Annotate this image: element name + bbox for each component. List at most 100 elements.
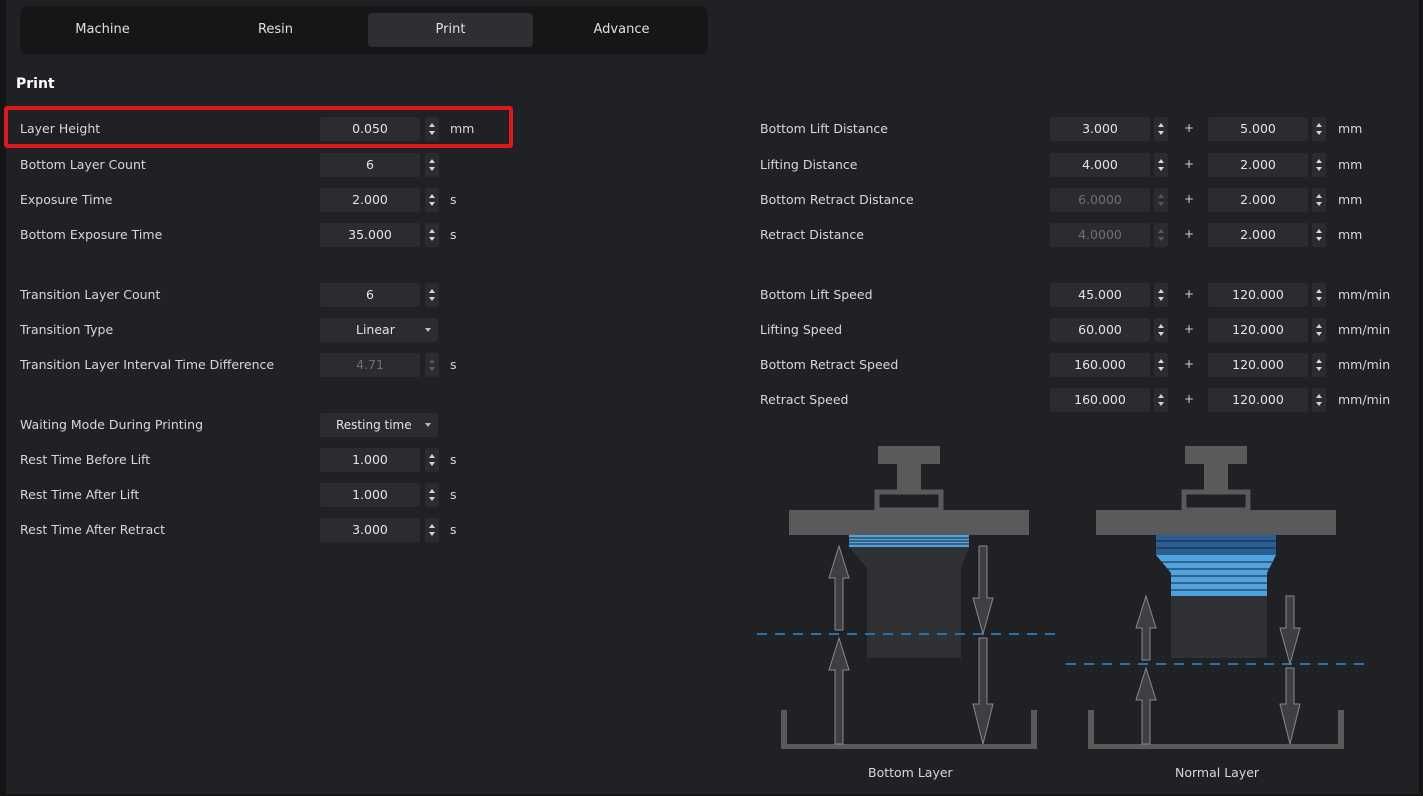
bottom-retract-distance-stepper-1[interactable] [1154,188,1168,212]
chevron-down-icon [429,497,435,501]
bottom-exposure-time-label: Bottom Exposure Time [20,227,163,242]
lifting-distance-input-2[interactable]: 2.000 [1208,153,1308,177]
transition-interval-unit: s [450,357,457,372]
chevron-up-icon [1316,394,1322,398]
waiting-mode-select[interactable]: Resting time [320,413,438,437]
chevron-up-icon [1316,159,1322,163]
lifting-speed-stepper-2[interactable] [1312,318,1326,342]
rest-after-lift-stepper[interactable] [425,483,439,507]
rest-after-lift-input[interactable]: 1.000 [320,483,420,507]
transition-interval-stepper[interactable] [425,353,439,377]
lifting-distance-stepper-1[interactable] [1154,153,1168,177]
retract-distance-unit: mm [1338,227,1363,242]
bottom-retract-distance-input-1[interactable]: 6.0000 [1050,188,1150,212]
exposure-time-stepper[interactable] [425,188,439,212]
tab-print[interactable]: Print [368,13,533,47]
bottom-layer-count-stepper[interactable] [425,153,439,177]
tab-resin[interactable]: Resin [193,13,358,47]
bottom-retract-distance-label: Bottom Retract Distance [760,192,914,207]
bottom-lift-speed-stepper-1[interactable] [1154,283,1168,307]
rest-before-lift-label: Rest Time Before Lift [20,452,151,467]
transition-layer-count-stepper[interactable] [425,283,439,307]
bottom-lift-speed-input-2[interactable]: 120.000 [1208,283,1308,307]
bottom-retract-distance-stepper-2[interactable] [1312,188,1326,212]
bottom-layer-illustration [757,446,1061,749]
bottom-lift-distance-label: Bottom Lift Distance [760,121,888,136]
plus-sign: + [1184,287,1195,301]
bottom-lift-speed-stepper-2[interactable] [1312,283,1326,307]
lifting-speed-unit: mm/min [1338,322,1391,337]
bottom-lift-distance-stepper-2[interactable] [1312,117,1326,141]
chevron-down-icon [1158,131,1164,135]
retract-speed-stepper-1[interactable] [1154,388,1168,412]
chevron-down-icon [429,462,435,466]
retract-speed-stepper-2[interactable] [1312,388,1326,412]
chevron-up-icon [1316,194,1322,198]
retract-speed-input-1[interactable]: 160.000 [1050,388,1150,412]
layer-height-highlight [4,106,513,148]
bottom-lift-distance-input-1[interactable]: 3.000 [1050,117,1150,141]
rest-after-retract-unit: s [450,522,457,537]
exposure-time-label: Exposure Time [20,192,113,207]
bottom-retract-speed-input-1[interactable]: 160.000 [1050,353,1150,377]
retract-distance-stepper-2[interactable] [1312,223,1326,247]
retract-distance-input-2[interactable]: 2.000 [1208,223,1308,247]
bottom-lift-speed-input-1[interactable]: 45.000 [1050,283,1150,307]
retract-distance-input-1[interactable]: 4.0000 [1050,223,1150,247]
bottom-retract-distance-input-2[interactable]: 2.000 [1208,188,1308,212]
bottom-retract-speed-stepper-2[interactable] [1312,353,1326,377]
plus-sign: + [1184,121,1195,135]
rest-before-lift-unit: s [450,452,457,467]
chevron-up-icon [429,489,435,493]
chevron-down-icon [1316,402,1322,406]
lifting-speed-input-1[interactable]: 60.000 [1050,318,1150,342]
plus-sign: + [1184,357,1195,371]
chevron-down-icon [429,297,435,301]
chevron-up-icon [1158,229,1164,233]
transition-layer-count-input[interactable]: 6 [320,283,420,307]
chevron-down-icon [429,367,435,371]
transition-type-select[interactable]: Linear [320,318,438,342]
lift-retract-diagram [757,446,1367,749]
bottom-exposure-time-unit: s [450,227,457,242]
tab-advance[interactable]: Advance [539,13,704,47]
bottom-exposure-time-input[interactable]: 35.000 [320,223,420,247]
retract-speed-input-2[interactable]: 120.000 [1208,388,1308,412]
bottom-lift-distance-stepper-1[interactable] [1154,117,1168,141]
tab-machine[interactable]: Machine [20,13,185,47]
plus-sign: + [1184,227,1195,241]
rest-after-retract-stepper[interactable] [425,518,439,542]
rest-after-lift-label: Rest Time After Lift [20,487,140,502]
bottom-lift-distance-input-2[interactable]: 5.000 [1208,117,1308,141]
lifting-distance-stepper-2[interactable] [1312,153,1326,177]
chevron-up-icon [1316,229,1322,233]
bottom-layer-count-input[interactable]: 6 [320,153,420,177]
chevron-down-icon [1316,237,1322,241]
chevron-down-icon [1316,367,1322,371]
retract-distance-stepper-1[interactable] [1154,223,1168,247]
bottom-exposure-time-stepper[interactable] [425,223,439,247]
rest-before-lift-stepper[interactable] [425,448,439,472]
bottom-retract-speed-input-2[interactable]: 120.000 [1208,353,1308,377]
tab-bar: Machine Resin Print Advance [20,6,708,54]
section-title: Print [16,76,55,92]
bottom-retract-speed-label: Bottom Retract Speed [760,357,899,372]
right-edge [1419,0,1423,796]
bottom-lift-speed-label: Bottom Lift Speed [760,287,873,302]
bottom-lift-distance-unit: mm [1338,121,1363,136]
chevron-up-icon [429,159,435,163]
bottom-layer-caption: Bottom Layer [868,765,953,780]
transition-interval-input[interactable]: 4.71 [320,353,420,377]
lifting-distance-input-1[interactable]: 4.000 [1050,153,1150,177]
bottom-retract-speed-stepper-1[interactable] [1154,353,1168,377]
chevron-up-icon [429,359,435,363]
rest-before-lift-input[interactable]: 1.000 [320,448,420,472]
chevron-down-icon [425,328,431,332]
rest-after-retract-input[interactable]: 3.000 [320,518,420,542]
chevron-down-icon [429,237,435,241]
lifting-speed-stepper-1[interactable] [1154,318,1168,342]
exposure-time-input[interactable]: 2.000 [320,188,420,212]
lifting-speed-input-2[interactable]: 120.000 [1208,318,1308,342]
chevron-up-icon [1158,359,1164,363]
normal-layer-illustration [1066,446,1367,749]
